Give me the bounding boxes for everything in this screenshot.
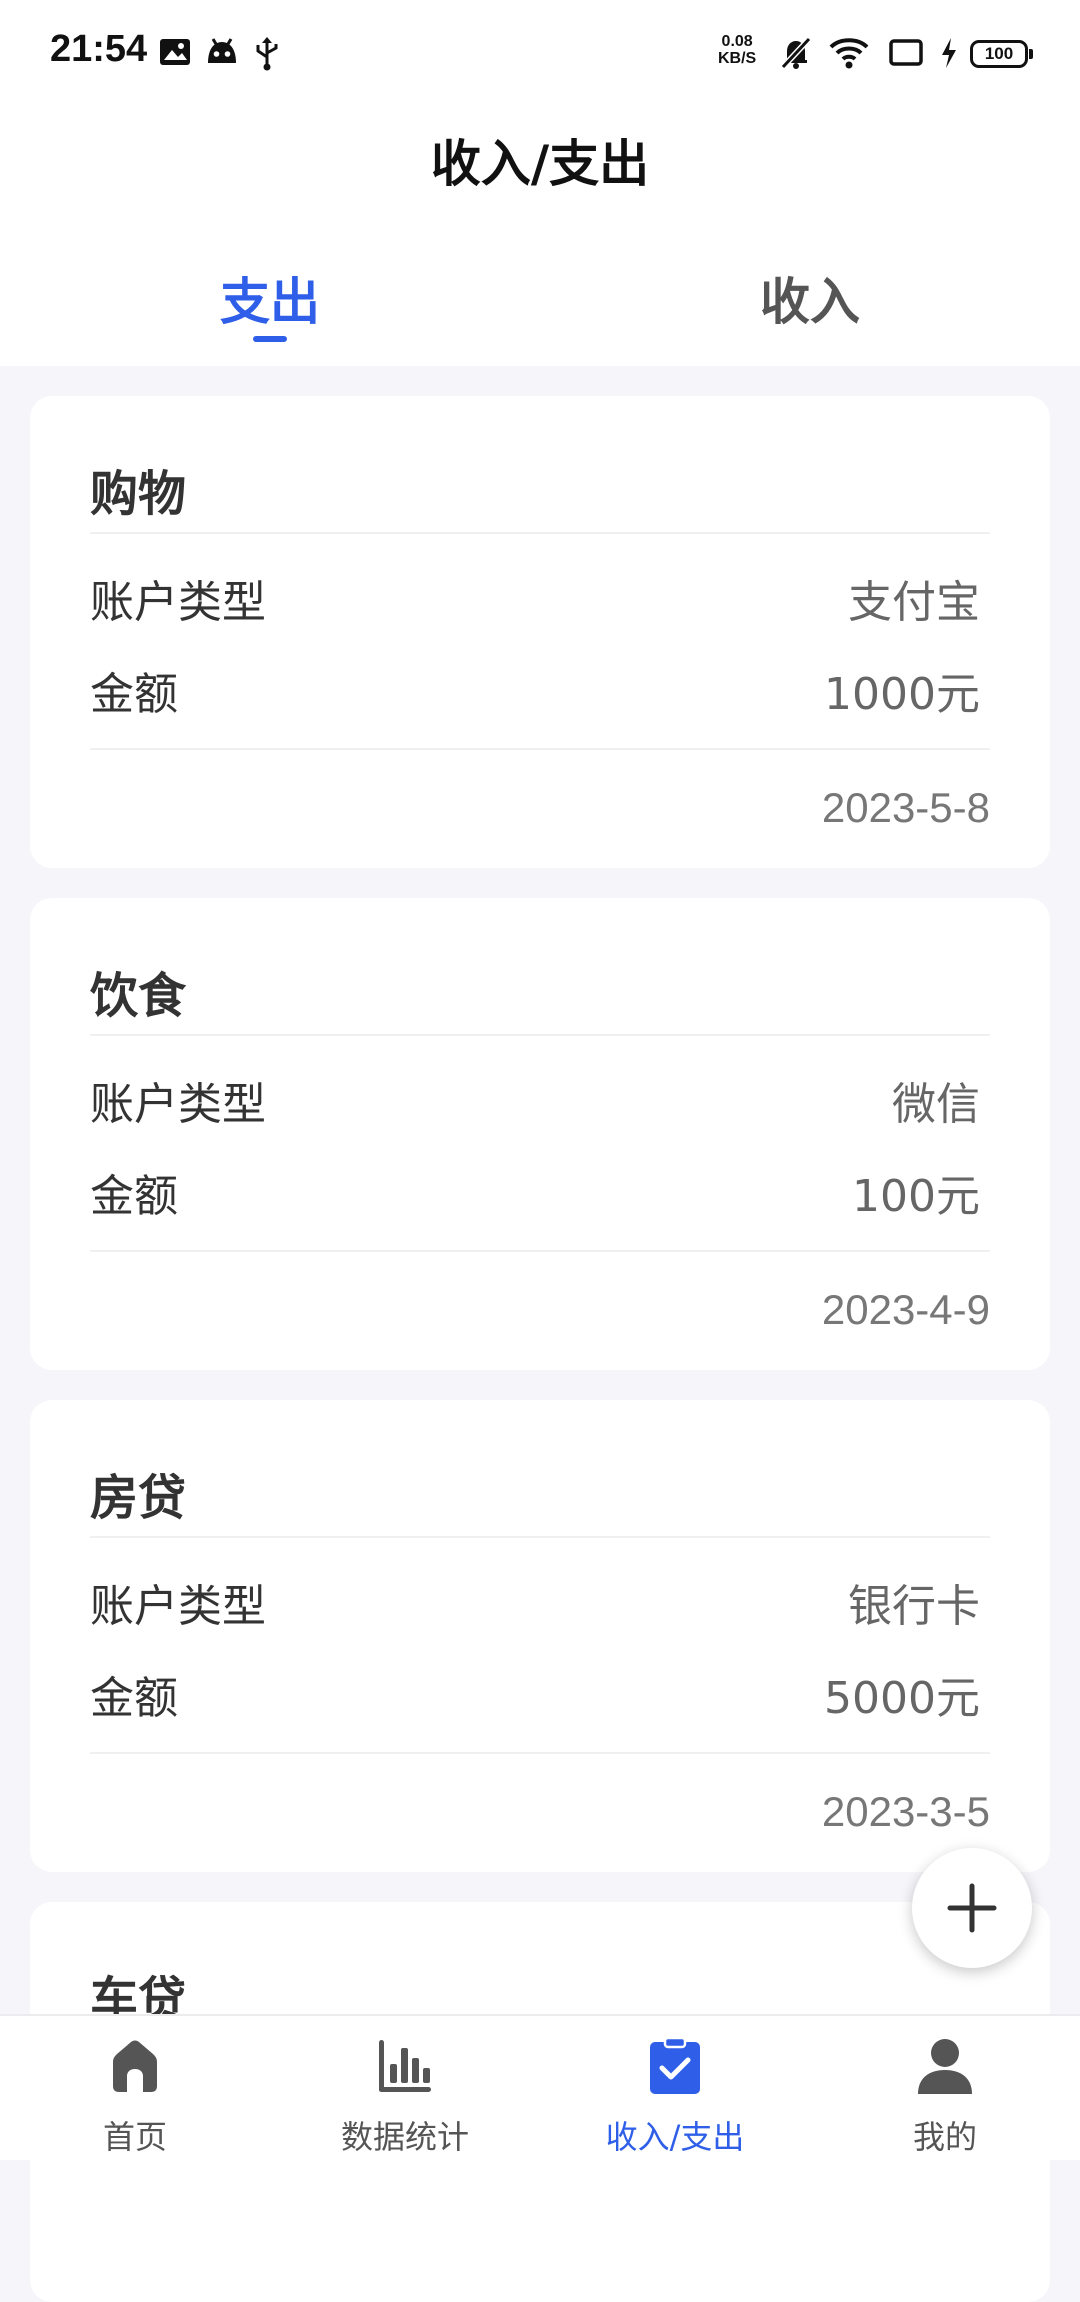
charging-icon xyxy=(942,38,956,68)
home-icon xyxy=(113,2040,157,2092)
account-type-label: 账户类型 xyxy=(90,577,266,628)
nav-item-income-expense[interactable]: 收入/支出 xyxy=(540,2016,810,2162)
active-tab-indicator xyxy=(253,336,287,342)
nav-item-profile[interactable]: 我的 xyxy=(810,2016,1080,2162)
record-card[interactable]: 饮食 账户类型 微信 金额 100元 2023-4-9 xyxy=(30,898,1050,1370)
record-card[interactable]: 购物 账户类型 支付宝 金额 1000元 2023-5-8 xyxy=(30,396,1050,868)
record-category: 购物 xyxy=(90,466,187,522)
nav-label-home: 首页 xyxy=(102,2118,167,2156)
record-date: 2023-5-8 xyxy=(821,784,990,831)
nav-item-home[interactable]: 首页 xyxy=(0,2016,270,2162)
divider xyxy=(90,1034,990,1036)
tab-expense[interactable]: 支出 xyxy=(120,262,420,334)
record-date: 2023-4-9 xyxy=(821,1286,990,1333)
nav-label-income-expense: 收入/支出 xyxy=(605,2118,745,2156)
user-icon xyxy=(918,2039,972,2094)
bottom-navigation: 首页 数据统计 收入/支出 我的 xyxy=(0,2014,1080,2160)
screen-icon xyxy=(889,39,923,66)
amount-value: 5000元 xyxy=(824,1673,980,1724)
page-title: 收入/支出 xyxy=(430,135,650,193)
bar-chart-icon xyxy=(379,2040,431,2092)
divider xyxy=(90,1752,990,1754)
status-time: 21:54 xyxy=(50,28,148,70)
divider xyxy=(90,532,990,534)
account-type-value: 银行卡 xyxy=(848,1581,980,1632)
amount-label: 金额 xyxy=(90,1673,178,1724)
amount-value: 1000元 xyxy=(824,669,980,720)
record-category: 房贷 xyxy=(90,1470,187,1526)
account-type-value: 支付宝 xyxy=(848,577,980,628)
clipboard-check-icon xyxy=(650,2036,700,2094)
add-record-button[interactable] xyxy=(912,1848,1032,1968)
nav-label-statistics: 数据统计 xyxy=(340,2118,469,2156)
record-card[interactable]: 房贷 账户类型 银行卡 金额 5000元 2023-3-5 xyxy=(30,1400,1050,1872)
record-category: 饮食 xyxy=(90,968,187,1024)
divider xyxy=(90,1536,990,1538)
plus-icon xyxy=(947,1883,997,1933)
battery-indicator: 100 xyxy=(970,40,1033,68)
wifi-icon xyxy=(829,38,869,69)
nav-label-profile: 我的 xyxy=(912,2118,977,2156)
usb-icon xyxy=(256,37,278,71)
network-speed: 0.08 KB/S xyxy=(718,33,757,67)
amount-label: 金额 xyxy=(90,1171,178,1222)
account-type-label: 账户类型 xyxy=(90,1581,266,1632)
mute-icon xyxy=(780,36,812,70)
record-date: 2023-3-5 xyxy=(821,1788,990,1835)
divider xyxy=(90,748,990,750)
divider xyxy=(90,1250,990,1252)
status-bar: 21:54 0.08 KB/S 100 xyxy=(0,0,1080,110)
tab-income[interactable]: 收入 xyxy=(660,262,960,334)
header: 收入/支出 支出 收入 xyxy=(0,110,1080,366)
amount-value: 100元 xyxy=(852,1171,980,1222)
amount-label: 金额 xyxy=(90,669,178,720)
image-icon xyxy=(160,39,190,65)
account-type-value: 微信 xyxy=(892,1079,980,1130)
nav-item-statistics[interactable]: 数据统计 xyxy=(270,2016,540,2162)
android-icon xyxy=(208,38,236,63)
account-type-label: 账户类型 xyxy=(90,1079,266,1130)
